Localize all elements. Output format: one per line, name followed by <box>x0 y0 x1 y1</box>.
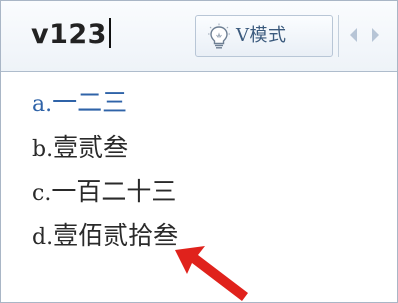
text-caret <box>108 18 111 48</box>
candidate-item-a[interactable]: a.一二三 <box>32 83 127 123</box>
candidate-item-d[interactable]: d.壹佰贰拾叁 <box>32 216 178 256</box>
v-mode-button[interactable]: V模式 <box>195 15 333 57</box>
candidate-text: 一二三 <box>52 88 128 117</box>
chevron-right-icon <box>372 28 379 42</box>
candidate-index: b. <box>32 137 54 162</box>
chevron-left-icon <box>350 28 357 42</box>
toolbar-divider <box>338 15 339 57</box>
composition-text: v123 <box>31 19 107 50</box>
candidate-index: a. <box>32 92 53 117</box>
candidate-text: 一百二十三 <box>51 177 177 206</box>
lightbulb-icon <box>206 23 232 51</box>
candidate-text: 壹贰叁 <box>53 133 129 162</box>
candidate-item-c[interactable]: c.一百二十三 <box>32 172 176 212</box>
v-mode-label: V模式 <box>236 25 287 46</box>
next-page-button[interactable] <box>366 21 384 49</box>
candidate-item-b[interactable]: b.壹贰叁 <box>32 128 128 168</box>
candidate-index: c. <box>32 181 52 206</box>
red-arrow-annotation <box>175 246 248 301</box>
composition-input[interactable]: v123 <box>31 13 111 57</box>
candidate-index: d. <box>32 225 54 250</box>
previous-page-button[interactable] <box>345 21 363 49</box>
composition-bar: v123 V模式 <box>1 1 397 72</box>
